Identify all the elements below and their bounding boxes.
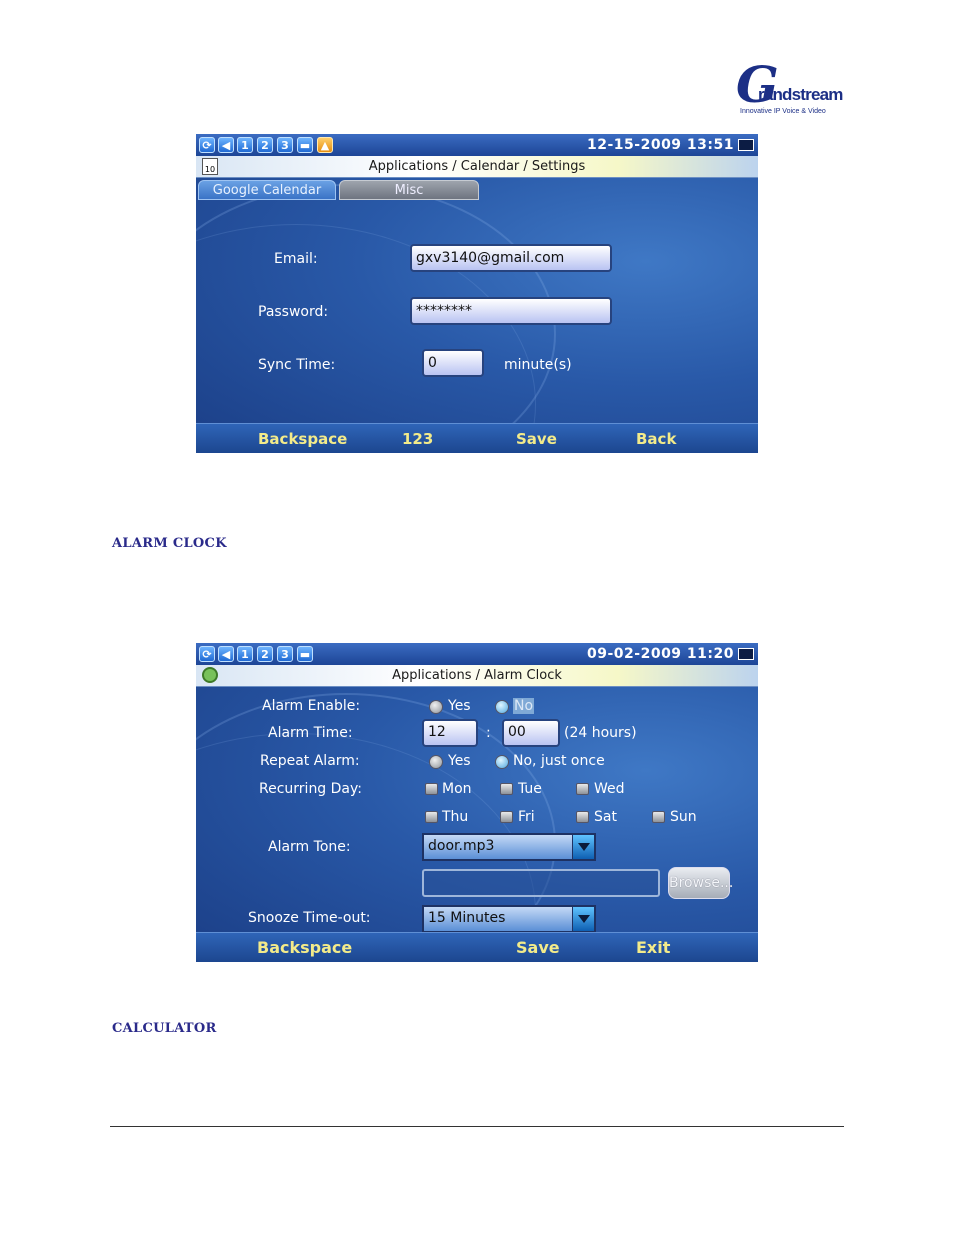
email-field[interactable]: gxv3140@gmail.com	[410, 244, 612, 272]
alarm-clock-screen: ⟳ ◀ 1 2 3 ▬ 09-02-2009 11:20 Application…	[196, 643, 758, 962]
backspace-softkey[interactable]: Backspace	[257, 938, 352, 957]
battery-icon	[738, 648, 754, 660]
warning-icon: ▲	[317, 137, 333, 153]
repeat-no-radio[interactable]	[495, 755, 509, 769]
title-bar: 10 Applications / Calendar / Settings	[196, 156, 758, 178]
calculator-heading: CALCULATOR	[112, 1021, 217, 1036]
line-3-icon: 3	[277, 137, 293, 153]
alarm-enable-yes-radio[interactable]	[429, 700, 443, 714]
back-softkey[interactable]: Back	[636, 430, 676, 448]
sync-icon: ⟳	[199, 137, 215, 153]
tue-label: Tue	[518, 781, 542, 797]
softkey-bar: Backspace 123 Save Back	[196, 423, 758, 453]
sat-label: Sat	[594, 809, 617, 825]
password-field[interactable]: ********	[410, 297, 612, 325]
alarm-enable-label: Alarm Enable:	[262, 698, 361, 714]
line-3-icon: 3	[277, 646, 293, 662]
alarm-time-label: Alarm Time:	[268, 725, 353, 741]
mon-label: Mon	[442, 781, 472, 797]
alarm-hour-field[interactable]: 12	[422, 719, 478, 747]
wed-label: Wed	[594, 781, 625, 797]
repeat-alarm-label: Repeat Alarm:	[260, 753, 360, 769]
chevron-down-icon[interactable]	[572, 835, 594, 859]
screen-title: Applications / Calendar / Settings	[368, 159, 586, 174]
repeat-yes-radio[interactable]	[429, 755, 443, 769]
sync-time-label: Sync Time:	[258, 357, 336, 373]
input-mode-softkey[interactable]: 123	[402, 430, 433, 448]
grandstream-logo: G randstream Innovative IP Voice & Video	[736, 60, 843, 120]
save-softkey[interactable]: Save	[516, 938, 560, 957]
alarm-enable-no-radio[interactable]	[495, 700, 509, 714]
mon-checkbox[interactable]	[425, 783, 438, 795]
calendar-settings-screen: ⟳ ◀ 1 2 3 ▬ ▲ 12-15-2009 13:51 10 Applic…	[196, 134, 758, 453]
chevron-down-icon[interactable]	[572, 907, 594, 931]
status-bar: ⟳ ◀ 1 2 3 ▬ ▲ 12-15-2009 13:51	[196, 134, 758, 156]
status-bar: ⟳ ◀ 1 2 3 ▬ 09-02-2009 11:20	[196, 643, 758, 665]
fri-label: Fri	[518, 809, 535, 825]
tue-checkbox[interactable]	[500, 783, 513, 795]
volume-icon: ◀	[218, 137, 234, 153]
alarm-enable-no-label: No	[513, 698, 535, 714]
snooze-timeout-select[interactable]: 15 Minutes	[422, 905, 596, 933]
sun-label: Sun	[670, 809, 697, 825]
logo-tagline: Innovative IP Voice & Video	[740, 108, 826, 115]
repeat-yes-label: Yes	[448, 753, 471, 769]
email-label: Email:	[274, 251, 318, 267]
line-2-icon: 2	[257, 137, 273, 153]
alarm-tone-label: Alarm Tone:	[268, 839, 351, 855]
thu-label: Thu	[442, 809, 469, 825]
sun-checkbox[interactable]	[652, 811, 665, 823]
battery-icon	[738, 139, 754, 151]
line-1-icon: 1	[237, 646, 253, 662]
sync-time-unit: minute(s)	[504, 357, 572, 373]
snooze-timeout-label: Snooze Time-out:	[248, 910, 371, 926]
status-datetime: 09-02-2009 11:20	[587, 646, 734, 662]
browse-button[interactable]: Browse...	[668, 867, 733, 899]
password-label: Password:	[258, 304, 329, 320]
alarm-enable-yes-label: Yes	[448, 698, 471, 714]
save-softkey[interactable]: Save	[516, 430, 557, 448]
sync-time-field[interactable]: 0	[422, 349, 484, 377]
status-datetime: 12-15-2009 13:51	[587, 137, 734, 153]
exit-softkey[interactable]: Exit	[636, 938, 670, 957]
softkey-bar: Backspace Save Exit	[196, 932, 758, 962]
logo-word: randstream	[758, 85, 843, 104]
line-1-icon: 1	[237, 137, 253, 153]
wed-checkbox[interactable]	[576, 783, 589, 795]
alarm-minute-field[interactable]: 00	[502, 719, 560, 747]
thu-checkbox[interactable]	[425, 811, 438, 823]
alarm-clock-heading: ALARM CLOCK	[112, 536, 227, 551]
title-bar: Applications / Alarm Clock	[196, 665, 758, 687]
alarm-time-note: (24 hours)	[564, 725, 637, 741]
recurring-day-label: Recurring Day:	[259, 781, 362, 797]
repeat-no-label: No, just once	[513, 753, 605, 769]
line-2-icon: 2	[257, 646, 273, 662]
snooze-timeout-value: 15 Minutes	[428, 910, 506, 926]
folder-icon: ▬	[297, 646, 313, 662]
backspace-softkey[interactable]: Backspace	[258, 430, 347, 448]
volume-icon: ◀	[218, 646, 234, 662]
tone-path-field[interactable]	[422, 869, 660, 897]
screen-title: Applications / Alarm Clock	[392, 668, 562, 683]
fri-checkbox[interactable]	[500, 811, 513, 823]
tab-google-calendar[interactable]: Google Calendar	[198, 180, 336, 200]
footer-divider	[110, 1126, 844, 1127]
tab-misc[interactable]: Misc	[339, 180, 479, 200]
sync-icon: ⟳	[199, 646, 215, 662]
alarm-tone-value: door.mp3	[428, 838, 495, 854]
alarm-tone-select[interactable]: door.mp3	[422, 833, 596, 861]
sat-checkbox[interactable]	[576, 811, 589, 823]
time-separator: :	[486, 725, 491, 741]
folder-icon: ▬	[297, 137, 313, 153]
